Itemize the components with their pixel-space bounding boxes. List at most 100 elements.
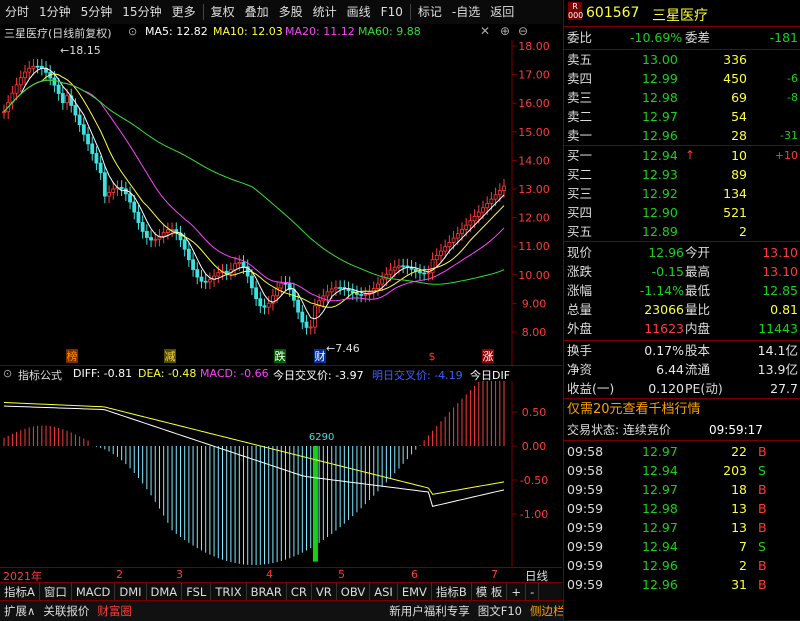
macd-chart[interactable]: 0.500.00-0.50-1.006290	[0, 381, 562, 567]
status-link[interactable]: 图文F10	[474, 603, 526, 619]
indicator-tab[interactable]: 模 板	[472, 583, 508, 601]
book-label: 卖二	[567, 107, 592, 127]
stat-value: 11443	[758, 319, 798, 339]
tick-time: 09:59	[567, 575, 603, 595]
kline-chart[interactable]: 18.0017.0016.0015.0014.0013.0012.0011.00…	[0, 40, 562, 365]
indicator-tab[interactable]: BRAR	[247, 583, 287, 601]
chevron-down-icon[interactable]: ⊙	[3, 367, 12, 380]
toolbar-item[interactable]: 标记	[413, 0, 447, 24]
status-item[interactable]: 财富圈	[93, 603, 136, 619]
book-change: -8	[787, 88, 798, 108]
toolbar-item[interactable]: 复权	[206, 0, 240, 24]
book-volume: 2	[739, 222, 747, 242]
ma10-label: MA10: 12.03	[213, 25, 283, 38]
indicator-tab[interactable]: +	[507, 583, 526, 601]
stat-label: 流通	[685, 360, 710, 380]
tick-row: 09:5812.94203S	[564, 461, 800, 481]
toolbar-item[interactable]: 统计	[308, 0, 342, 24]
book-volume: 336	[723, 50, 747, 70]
book-row: 买二12.9389	[564, 165, 800, 185]
close-icon[interactable]: ✕	[480, 24, 490, 38]
stat-value: -1.14%	[640, 281, 684, 301]
zoom-in-icon[interactable]: ⊕	[500, 24, 510, 38]
price-axis-label: 13.00	[518, 183, 550, 196]
indicator-tab[interactable]: ASI	[370, 583, 398, 601]
event-marker: 榜	[67, 349, 78, 363]
indicator-tab[interactable]: 指标A	[0, 583, 40, 601]
toolbar-item[interactable]: 分时	[0, 0, 34, 24]
toolbar-item[interactable]: 更多	[167, 0, 201, 24]
status-link[interactable]: 新用户福利专享	[385, 603, 474, 619]
tick-price: 12.97	[642, 480, 678, 500]
indicator-tab[interactable]: 指标B	[432, 583, 472, 601]
indicator-tab[interactable]: 窗口	[40, 583, 72, 601]
indicator-tab[interactable]: EMV	[398, 583, 432, 601]
book-price: 12.94	[642, 146, 678, 166]
stat-label: 内盘	[685, 319, 710, 339]
high-price-label: ←18.15	[60, 44, 101, 57]
stat-value: 11623	[644, 319, 684, 339]
tick-row: 09:5912.9713B	[564, 518, 800, 538]
stock-code: 601567	[586, 5, 639, 21]
indicator-tab[interactable]: MACD	[72, 583, 115, 601]
toolbar-item[interactable]: 画线	[342, 0, 376, 24]
tick-time: 09:59	[567, 499, 603, 519]
time-label: 4	[266, 568, 273, 581]
book-row: 卖三12.9869-8	[564, 88, 800, 108]
book-row: 买四12.90521	[564, 203, 800, 223]
indicator-tab[interactable]: -	[526, 583, 539, 601]
indicator-tab[interactable]: OBV	[337, 583, 370, 601]
stat-value: 23066	[644, 300, 684, 320]
indicator-tab[interactable]: CR	[287, 583, 312, 601]
promo-row[interactable]: 仅需20元查看千档行情	[564, 400, 800, 420]
price-axis-label: 9.00	[522, 297, 547, 310]
stat-label: PE(动)	[685, 379, 723, 399]
up-arrow-icon: ↑	[685, 148, 695, 162]
stat-row: 外盘11623内盘11443	[564, 319, 800, 339]
stat-value: 12.85	[762, 281, 798, 301]
stat-row: 总量23066量比0.81	[564, 300, 800, 320]
toolbar-item[interactable]: 多股	[274, 0, 308, 24]
indicator-tab[interactable]: VR	[312, 583, 337, 601]
tick-price: 12.97	[642, 442, 678, 462]
tick-row: 09:5912.947S	[564, 537, 800, 557]
indicator-tab[interactable]: DMA	[147, 583, 183, 601]
book-label: 卖一	[567, 126, 592, 146]
zoom-out-icon[interactable]: ⊖	[518, 24, 528, 38]
indicator-tab[interactable]: DMI	[115, 583, 146, 601]
book-volume: 10	[731, 146, 747, 166]
price-axis-label: 8.00	[522, 326, 547, 339]
status-item[interactable]: 扩展∧	[0, 603, 39, 619]
indicator-tab[interactable]: FSL	[182, 583, 211, 601]
tick-volume: 13	[731, 518, 747, 538]
event-marker: $	[429, 350, 436, 363]
toolbar-item[interactable]: 叠加	[240, 0, 274, 24]
toolbar-item[interactable]: 返回	[485, 0, 519, 24]
stat-value: 13.9亿	[758, 360, 798, 380]
low-price-label: ←7.46	[326, 342, 360, 355]
time-label: 7	[491, 568, 498, 581]
toolbar-item[interactable]: 15分钟	[117, 0, 166, 24]
tick-direction: B	[758, 518, 767, 538]
stat-value: 12.96	[648, 243, 684, 263]
status-item[interactable]: 关联报价	[39, 603, 93, 619]
promo-text[interactable]: 仅需20元查看千档行情	[567, 400, 701, 420]
stat-label: 净资	[567, 360, 592, 380]
stat-value: -0.15	[652, 262, 684, 282]
indicator-tab[interactable]: TRIX	[211, 583, 246, 601]
macd-axis-label: -1.00	[520, 508, 548, 521]
tick-volume: 2	[739, 556, 747, 576]
book-volume: 450	[723, 69, 747, 89]
chevron-down-icon[interactable]: ⊙	[128, 25, 137, 38]
tick-direction: B	[758, 575, 767, 595]
macd-marker-label: 6290	[309, 432, 334, 443]
toolbar-item[interactable]: -自选	[447, 0, 485, 24]
toolbar-item[interactable]: F10	[376, 0, 408, 24]
trade-state-label: 交易状态: 连续竞价	[567, 420, 671, 440]
toolbar-item[interactable]: 5分钟	[76, 0, 118, 24]
tick-direction: B	[758, 442, 767, 462]
wei-bi-row: 委比 -10.69% 委差 -181	[564, 28, 800, 48]
book-price: 12.99	[642, 69, 678, 89]
toolbar-item[interactable]: 1分钟	[34, 0, 76, 24]
wei-bi-label: 委比	[567, 28, 592, 48]
